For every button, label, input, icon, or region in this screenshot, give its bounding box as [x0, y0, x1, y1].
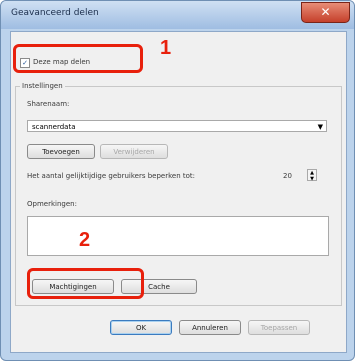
- ok-button[interactable]: OK: [110, 320, 172, 335]
- share-name-select[interactable]: scannerdata ▼: [27, 120, 327, 132]
- cancel-button[interactable]: Annuleren: [179, 320, 241, 335]
- dialog-body: ✓ Deze map delen Instellingen Sharenaam:…: [10, 31, 347, 353]
- settings-group-label: Instellingen: [20, 82, 65, 90]
- chevron-down-icon: ▼: [317, 123, 323, 131]
- step-marker-1: 1: [160, 37, 172, 59]
- user-limit-spinner[interactable]: ▲ ▼: [307, 169, 317, 182]
- highlight-permissions-button: [27, 268, 144, 299]
- remove-button[interactable]: Verwijderen: [100, 144, 168, 159]
- title-bar: Geavanceerd delen ✕: [1, 1, 354, 29]
- step-marker-2: 2: [79, 229, 91, 251]
- apply-button[interactable]: Toepassen: [248, 320, 310, 335]
- add-button[interactable]: Toevoegen: [27, 144, 95, 159]
- share-name-label: Sharenaam:: [27, 100, 70, 108]
- comments-field[interactable]: [27, 216, 329, 256]
- user-limit-value[interactable]: 20: [283, 172, 292, 180]
- share-name-value: scannerdata: [32, 123, 76, 131]
- dialog-title: Geavanceerd delen: [11, 8, 99, 18]
- user-limit-label: Het aantal gelijktijdige gebruikers bepe…: [27, 172, 195, 180]
- close-button[interactable]: ✕: [301, 2, 350, 23]
- comments-label: Opmerkingen:: [27, 200, 77, 208]
- highlight-share-checkbox: [13, 44, 143, 73]
